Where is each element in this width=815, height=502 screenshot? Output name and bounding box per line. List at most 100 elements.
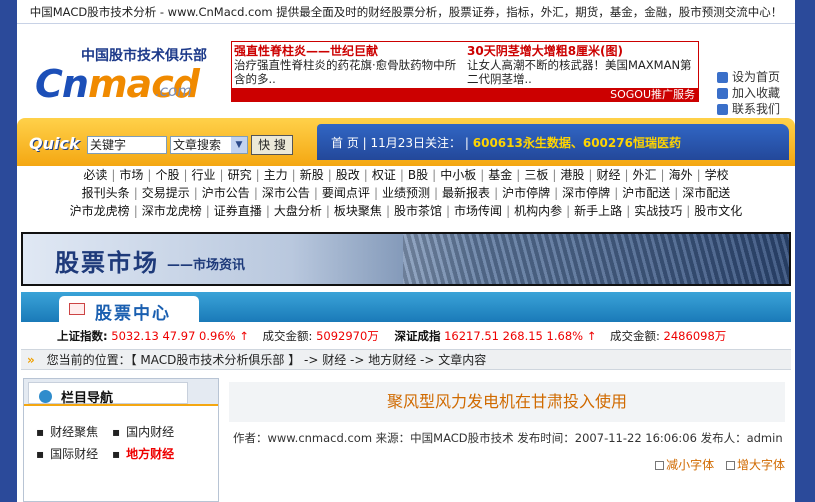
nav-link[interactable]: 交易提示	[142, 186, 190, 200]
nav-link[interactable]: 机构内参	[514, 204, 562, 218]
nav-link[interactable]: 股市茶馆	[394, 204, 442, 218]
contact-link[interactable]: 联系我们	[717, 101, 780, 117]
nav-row-3: 沪市龙虎榜 | 深市龙虎榜 | 证券直播 | 大盘分析 | 板块聚焦 | 股市茶馆 | 市场传闻 | 机构内…	[17, 202, 795, 220]
nav-link[interactable]: 三板	[524, 168, 548, 182]
nav-link[interactable]: 市场传闻	[454, 204, 502, 218]
section-banner: 股票市场 ——市场资讯	[21, 232, 791, 286]
nav-separator: |	[255, 168, 260, 182]
nav-link[interactable]: 财经	[596, 168, 620, 182]
hot-stocks-link[interactable]: 600613永生数据、600276恒瑞医药	[473, 136, 681, 150]
nav-link[interactable]: 市场	[119, 168, 143, 182]
search-button[interactable]: 快 搜	[251, 135, 293, 155]
font-smaller-button[interactable]: 减小字体	[666, 458, 714, 472]
nav-link[interactable]: 深市龙虎榜	[142, 204, 202, 218]
sidebar-item-local[interactable]: 地方财经	[126, 443, 184, 465]
banner-title: 股票市场	[55, 249, 159, 277]
nav-link[interactable]: 证券直播	[214, 204, 262, 218]
ad-left[interactable]: 强直性脊柱炎——世纪巨献 治疗强直性脊柱炎的药花旗·愈骨肽药物中所含的多..	[234, 44, 466, 86]
nav-separator: |	[399, 168, 404, 182]
nav-link[interactable]: 要闻点评	[322, 186, 370, 200]
page: 中国MACD股市技术分析 - www.CnMacd.com 提供最全面及时的财经…	[17, 0, 795, 502]
nav-link[interactable]: 港股	[560, 168, 584, 182]
market-ticker: 上证指数: 5032.13 47.97 0.96% ↑ 成交金额: 509297…	[21, 327, 791, 345]
nav-link[interactable]: 海外	[669, 168, 693, 182]
contact-label[interactable]: 联系我们	[732, 101, 780, 117]
site-logo[interactable]: 中国股市技术俱乐部 Cnmacd .com	[35, 42, 225, 112]
search-type-value: 文章搜索	[173, 138, 222, 152]
nav-link[interactable]: B股	[408, 168, 428, 182]
sidebar-item-finance-focus[interactable]: 财经聚焦	[50, 421, 108, 443]
nav-separator: |	[265, 204, 270, 218]
nav-separator: |	[696, 168, 701, 182]
section-tab: 股票中心	[59, 296, 199, 324]
ad-left-body[interactable]: 治疗强直性脊柱炎的药花旗·愈骨肽药物中所含的多..	[234, 58, 466, 86]
ad-right-body[interactable]: 让女人高潮不断的核武器！美国MAXMAN第二代阴茎增..	[467, 58, 699, 86]
section-title: 股票中心	[95, 304, 171, 324]
sh-index-label: 上证指数:	[57, 329, 108, 343]
sidebar-row: ▪ 国际财经 ▪ 地方财经	[36, 443, 184, 465]
bullet-icon: ▪	[111, 425, 121, 439]
sidebar: 栏目导航 ▪ 财经聚焦 ▪ 国内财经 ▪ 国际财经 ▪ 地方财经	[23, 378, 219, 502]
nav-link[interactable]: 深市停牌	[562, 186, 610, 200]
nav-link[interactable]: 沪市配送	[622, 186, 670, 200]
nav-separator: |	[313, 186, 318, 200]
bullet-icon: ▪	[36, 447, 45, 461]
nav-link[interactable]: 必读	[83, 168, 107, 182]
ad-left-title[interactable]: 强直性脊柱炎——世纪巨献	[234, 44, 466, 58]
nav-link[interactable]: 学校	[705, 168, 729, 182]
nav-link[interactable]: 实战技巧	[634, 204, 682, 218]
chart-icon	[69, 303, 85, 315]
breadcrumb-text[interactable]: 您当前的位置：【 MACD股市技术分析俱乐部 】 -> 财经 -> 地方财经 -…	[47, 353, 487, 367]
section-header: 股票中心	[21, 292, 791, 324]
plus-icon	[725, 461, 735, 470]
nav-link[interactable]: 外汇	[633, 168, 657, 182]
contact-icon	[717, 103, 728, 115]
nav-link[interactable]: 沪市龙虎榜	[70, 204, 130, 218]
nav-link[interactable]: 行业	[192, 168, 216, 182]
nav-separator: |	[133, 204, 138, 218]
nav-link[interactable]: 中小板	[440, 168, 476, 182]
divider: |	[464, 136, 473, 150]
font-controls: 减小字体 增大字体	[655, 456, 785, 473]
sidebar-item-domestic[interactable]: 国内财经	[126, 421, 184, 443]
nav-link[interactable]: 新股	[300, 168, 324, 182]
bullet-icon: ▪	[36, 425, 45, 439]
nav-link[interactable]: 个股	[155, 168, 179, 182]
home-link[interactable]: 首 页	[331, 136, 359, 150]
nav-link[interactable]: 大盘分析	[274, 204, 322, 218]
nav-link[interactable]: 基金	[488, 168, 512, 182]
top-banner-text: 中国MACD股市技术分析 - www.CnMacd.com 提供最全面及时的财经…	[17, 0, 795, 24]
nav-separator: |	[385, 204, 390, 218]
chevron-down-icon[interactable]: ▼	[231, 137, 247, 153]
search-input[interactable]: 关键字	[87, 136, 167, 154]
nav-link[interactable]: 业绩预测	[382, 186, 430, 200]
nav-link[interactable]: 研究	[228, 168, 252, 182]
nav-link[interactable]: 最新报表	[442, 186, 490, 200]
nav-link[interactable]: 股市文化	[694, 204, 742, 218]
nav-link[interactable]: 股改	[336, 168, 360, 182]
ad-right[interactable]: 30天阴茎增大增粗8厘米(图) 让女人高潮不断的核武器！美国MAXMAN第二代阴…	[467, 44, 699, 86]
nav-link[interactable]: 沪市停牌	[502, 186, 550, 200]
nav-separator: |	[626, 204, 631, 218]
nav-separator: |	[614, 186, 619, 200]
nav-separator: |	[327, 168, 332, 182]
nav-separator: |	[205, 204, 210, 218]
nav-link[interactable]: 新手上路	[574, 204, 622, 218]
nav-link[interactable]: 沪市公告	[202, 186, 250, 200]
sidebar-item-international[interactable]: 国际财经	[50, 443, 108, 465]
nav-link[interactable]: 报刊头条	[82, 186, 130, 200]
logo-domain: .com	[155, 82, 192, 100]
nav-link[interactable]: 板块聚焦	[334, 204, 382, 218]
ad-right-title[interactable]: 30天阴茎增大增粗8厘米(图)	[467, 44, 699, 58]
font-larger-button[interactable]: 增大字体	[737, 458, 785, 472]
set-homepage-label[interactable]: 设为首页	[732, 69, 780, 85]
ad-footer[interactable]: SOGOU推广服务	[232, 88, 698, 101]
search-type-select[interactable]: 文章搜索 ▼	[170, 136, 248, 154]
nav-link[interactable]: 深市公告	[262, 186, 310, 200]
set-homepage-link[interactable]: 设为首页	[717, 69, 780, 85]
nav-link[interactable]: 权证	[372, 168, 396, 182]
add-favorite-label[interactable]: 加入收藏	[732, 85, 780, 101]
nav-link[interactable]: 主力	[264, 168, 288, 182]
nav-link[interactable]: 深市配送	[682, 186, 730, 200]
add-favorite-link[interactable]: 加入收藏	[717, 85, 780, 101]
